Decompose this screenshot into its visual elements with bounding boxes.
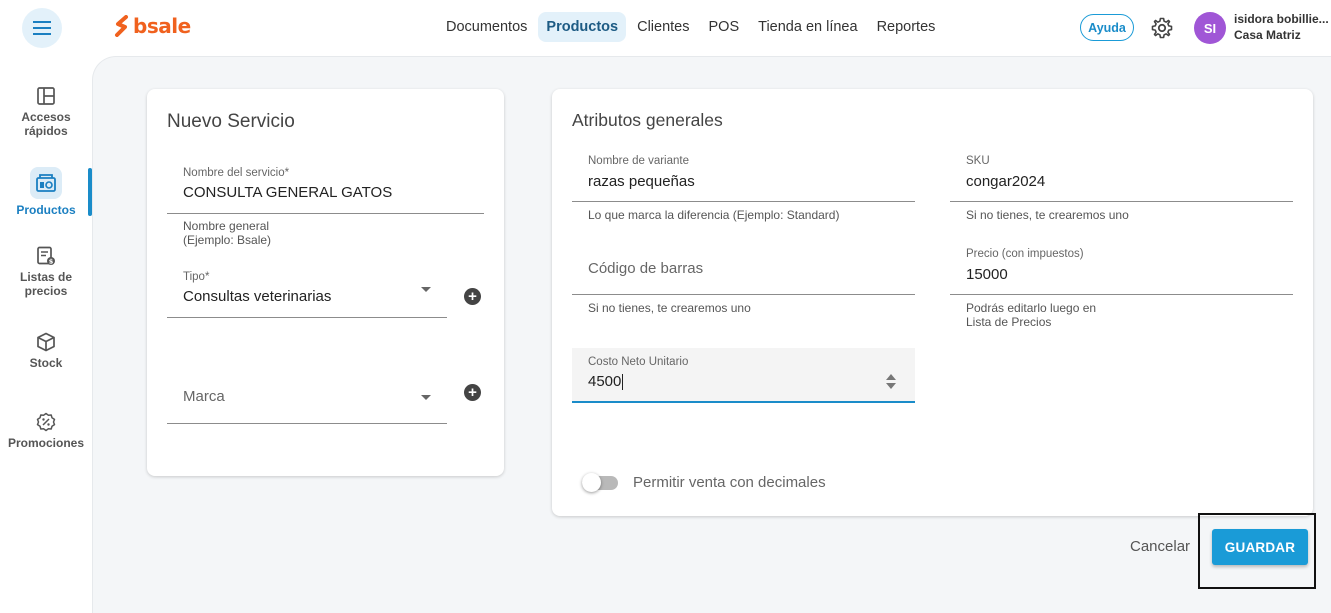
sidebar-item-label: Promociones (7, 436, 85, 450)
sku-helper: Si no tienes, te crearemos uno (966, 208, 1129, 222)
unit-cost-underline (572, 401, 915, 403)
add-brand-button[interactable]: + (464, 384, 481, 401)
text-caret (622, 374, 623, 390)
barcode-helper: Si no tienes, te crearemos uno (588, 301, 751, 315)
price-underline (950, 294, 1293, 295)
stepper-up-icon[interactable] (886, 374, 896, 380)
variant-name-label: Nombre de variante (588, 155, 689, 167)
sku-label: SKU (966, 155, 990, 167)
service-name-field[interactable]: Nombre del servicio* CONSULTA GENERAL GA… (167, 161, 484, 214)
sidebar-item-stock[interactable]: Stock (0, 332, 92, 370)
toggle-knob (582, 473, 601, 492)
price-field[interactable]: Precio (con impuestos) 15000 (950, 242, 1293, 295)
type-label: Tipo* (183, 271, 210, 283)
bsale-logo-icon (115, 15, 128, 37)
nav-productos[interactable]: Productos (538, 12, 627, 42)
service-name-underline (167, 213, 484, 214)
products-icon (36, 174, 56, 192)
sidebar-item-label: Stock (29, 356, 63, 370)
type-underline (167, 317, 447, 318)
bsale-logo[interactable]: bsale (114, 14, 191, 38)
sidebar-item-listas-de-precios[interactable]: $ Listas de precios (0, 246, 92, 298)
price-helper-line2: Lista de Precios (966, 315, 1052, 329)
price-value: 15000 (966, 266, 1008, 283)
unit-cost-field[interactable]: Costo Neto Unitario 4500 (572, 348, 915, 403)
number-stepper[interactable] (886, 374, 896, 390)
variant-name-value: razas pequeñas (588, 173, 695, 190)
main-nav: Documentos Productos Clientes POS Tienda… (438, 12, 946, 42)
hamburger-menu-button[interactable] (22, 8, 62, 48)
price-helper-line1: Podrás editarlo luego en (966, 301, 1097, 315)
brand-placeholder: Marca (183, 388, 225, 405)
unit-cost-value: 4500 (588, 373, 622, 390)
nav-clientes[interactable]: Clientes (629, 12, 697, 42)
sidebar: Accesos rápidos Productos $ Listas de pr… (0, 56, 92, 613)
service-name-helper-line1: Nombre general (183, 219, 270, 233)
help-button[interactable]: Ayuda (1080, 14, 1134, 41)
user-branch: Casa Matriz (1234, 28, 1301, 42)
brand-underline (167, 423, 447, 424)
sidebar-item-label: Accesos rápidos (21, 110, 71, 138)
service-name-helper: Nombre general (Ejemplo: Bsale) (183, 219, 271, 247)
section-title: Atributos generales (572, 110, 723, 130)
logo-text: bsale (133, 14, 191, 38)
price-helper: Podrás editarlo luego en Lista de Precio… (966, 301, 1096, 329)
sku-value: congar2024 (966, 173, 1046, 190)
barcode-underline (572, 294, 915, 295)
sidebar-item-promociones[interactable]: Promociones (0, 412, 92, 450)
decimals-toggle-label: Permitir venta con decimales (633, 474, 826, 491)
save-button[interactable]: GUARDAR (1212, 529, 1308, 565)
discount-icon (36, 412, 56, 432)
brand-select[interactable]: Marca (167, 371, 447, 424)
nav-tienda-en-linea[interactable]: Tienda en línea (750, 12, 865, 42)
cancel-button[interactable]: Cancelar (1122, 536, 1198, 557)
new-service-card: Nuevo Servicio Nombre del servicio* CONS… (147, 89, 504, 476)
unit-cost-label: Costo Neto Unitario (588, 356, 689, 368)
sidebar-item-accesos-rapidos[interactable]: Accesos rápidos (0, 86, 92, 138)
price-list-icon: $ (37, 246, 55, 266)
price-label: Precio (con impuestos) (966, 248, 1084, 260)
sidebar-item-productos[interactable]: Productos (0, 167, 92, 217)
sku-underline (950, 201, 1293, 202)
chevron-down-icon (421, 287, 431, 292)
dashboard-icon (37, 87, 55, 105)
general-attributes-card: Atributos generales Nombre de variante r… (552, 89, 1313, 516)
service-name-value: CONSULTA GENERAL GATOS (183, 184, 393, 201)
nav-reportes[interactable]: Reportes (869, 12, 944, 42)
avatar[interactable]: SI (1194, 12, 1226, 44)
service-name-label: Nombre del servicio* (183, 167, 290, 179)
hamburger-icon (33, 21, 51, 35)
sku-field[interactable]: SKU congar2024 (950, 149, 1293, 202)
variant-name-helper: Lo que marca la diferencia (Ejemplo: Sta… (588, 208, 840, 222)
sidebar-item-label: Productos (16, 203, 76, 217)
nav-pos[interactable]: POS (701, 12, 748, 42)
page-title: Nuevo Servicio (167, 111, 295, 132)
sidebar-item-label: Listas de precios (19, 270, 73, 298)
add-type-button[interactable]: + (464, 288, 481, 305)
user-name[interactable]: isidora bobillie... (1234, 12, 1330, 26)
svg-text:$: $ (49, 258, 54, 266)
variant-name-underline (572, 201, 915, 202)
decimals-toggle[interactable] (582, 473, 618, 492)
barcode-placeholder: Código de barras (588, 260, 704, 277)
type-value: Consultas veterinarias (183, 288, 332, 305)
type-select[interactable]: Tipo* Consultas veterinarias (167, 265, 447, 318)
barcode-field[interactable]: Código de barras (572, 242, 915, 295)
gear-icon[interactable] (1150, 16, 1174, 40)
stepper-down-icon[interactable] (886, 383, 896, 389)
chevron-down-icon (421, 395, 431, 400)
service-name-helper-line2: (Ejemplo: Bsale) (183, 233, 272, 247)
variant-name-field[interactable]: Nombre de variante razas pequeñas (572, 149, 915, 202)
nav-documentos[interactable]: Documentos (438, 12, 535, 42)
box-icon (37, 332, 55, 352)
top-bar: bsale Documentos Productos Clientes POS … (0, 0, 1331, 56)
